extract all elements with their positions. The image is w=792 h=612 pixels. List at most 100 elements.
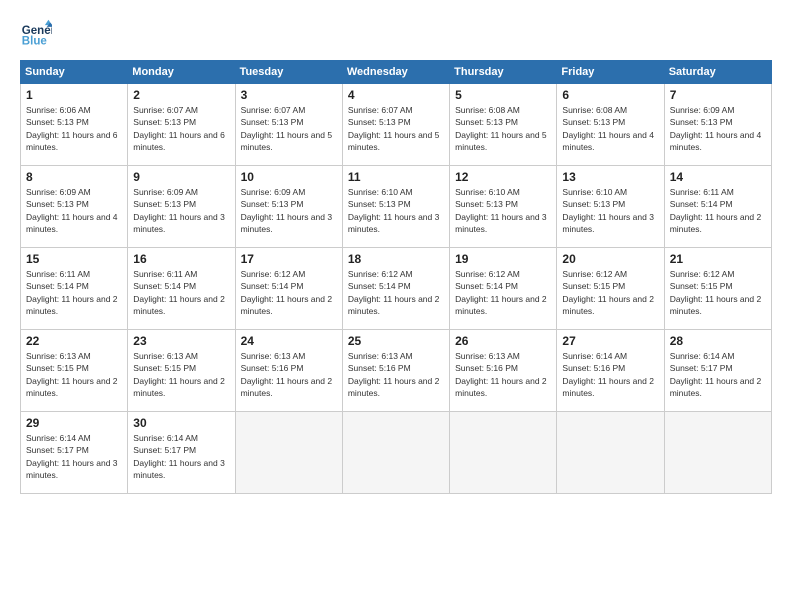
day-number: 16 — [133, 252, 229, 266]
table-row: 28 Sunrise: 6:14 AM Sunset: 5:17 PM Dayl… — [664, 330, 771, 412]
calendar-table: Sunday Monday Tuesday Wednesday Thursday… — [20, 60, 772, 494]
day-info: Sunrise: 6:06 AM Sunset: 5:13 PM Dayligh… — [26, 104, 122, 153]
day-info: Sunrise: 6:12 AM Sunset: 5:14 PM Dayligh… — [348, 268, 444, 317]
table-row: 8 Sunrise: 6:09 AM Sunset: 5:13 PM Dayli… — [21, 166, 128, 248]
day-info: Sunrise: 6:13 AM Sunset: 5:16 PM Dayligh… — [348, 350, 444, 399]
day-info: Sunrise: 6:07 AM Sunset: 5:13 PM Dayligh… — [348, 104, 444, 153]
table-row: 1 Sunrise: 6:06 AM Sunset: 5:13 PM Dayli… — [21, 84, 128, 166]
day-info: Sunrise: 6:13 AM Sunset: 5:15 PM Dayligh… — [26, 350, 122, 399]
day-info: Sunrise: 6:09 AM Sunset: 5:13 PM Dayligh… — [133, 186, 229, 235]
day-info: Sunrise: 6:12 AM Sunset: 5:15 PM Dayligh… — [562, 268, 658, 317]
day-info: Sunrise: 6:13 AM Sunset: 5:16 PM Dayligh… — [455, 350, 551, 399]
table-row: 7 Sunrise: 6:09 AM Sunset: 5:13 PM Dayli… — [664, 84, 771, 166]
page: General Blue Sunday Monday Tuesday Wedne… — [0, 0, 792, 612]
day-number: 9 — [133, 170, 229, 184]
header: General Blue — [20, 18, 772, 50]
day-number: 17 — [241, 252, 337, 266]
table-row: 14 Sunrise: 6:11 AM Sunset: 5:14 PM Dayl… — [664, 166, 771, 248]
day-number: 26 — [455, 334, 551, 348]
day-number: 24 — [241, 334, 337, 348]
table-row: 13 Sunrise: 6:10 AM Sunset: 5:13 PM Dayl… — [557, 166, 664, 248]
col-tuesday: Tuesday — [235, 61, 342, 84]
day-info: Sunrise: 6:14 AM Sunset: 5:17 PM Dayligh… — [133, 432, 229, 481]
table-row: 3 Sunrise: 6:07 AM Sunset: 5:13 PM Dayli… — [235, 84, 342, 166]
day-info: Sunrise: 6:13 AM Sunset: 5:16 PM Dayligh… — [241, 350, 337, 399]
day-number: 12 — [455, 170, 551, 184]
day-number: 20 — [562, 252, 658, 266]
table-row — [450, 412, 557, 494]
day-info: Sunrise: 6:09 AM Sunset: 5:13 PM Dayligh… — [670, 104, 766, 153]
day-number: 7 — [670, 88, 766, 102]
col-saturday: Saturday — [664, 61, 771, 84]
table-row: 6 Sunrise: 6:08 AM Sunset: 5:13 PM Dayli… — [557, 84, 664, 166]
day-number: 30 — [133, 416, 229, 430]
day-info: Sunrise: 6:11 AM Sunset: 5:14 PM Dayligh… — [26, 268, 122, 317]
calendar-week-row: 15 Sunrise: 6:11 AM Sunset: 5:14 PM Dayl… — [21, 248, 772, 330]
day-info: Sunrise: 6:14 AM Sunset: 5:17 PM Dayligh… — [670, 350, 766, 399]
day-number: 27 — [562, 334, 658, 348]
day-info: Sunrise: 6:14 AM Sunset: 5:16 PM Dayligh… — [562, 350, 658, 399]
col-sunday: Sunday — [21, 61, 128, 84]
day-number: 25 — [348, 334, 444, 348]
day-number: 15 — [26, 252, 122, 266]
day-number: 18 — [348, 252, 444, 266]
calendar-week-row: 1 Sunrise: 6:06 AM Sunset: 5:13 PM Dayli… — [21, 84, 772, 166]
day-info: Sunrise: 6:08 AM Sunset: 5:13 PM Dayligh… — [455, 104, 551, 153]
day-number: 11 — [348, 170, 444, 184]
calendar-week-row: 8 Sunrise: 6:09 AM Sunset: 5:13 PM Dayli… — [21, 166, 772, 248]
day-info: Sunrise: 6:07 AM Sunset: 5:13 PM Dayligh… — [241, 104, 337, 153]
day-number: 6 — [562, 88, 658, 102]
day-number: 3 — [241, 88, 337, 102]
day-info: Sunrise: 6:10 AM Sunset: 5:13 PM Dayligh… — [562, 186, 658, 235]
day-number: 8 — [26, 170, 122, 184]
table-row: 10 Sunrise: 6:09 AM Sunset: 5:13 PM Dayl… — [235, 166, 342, 248]
day-info: Sunrise: 6:12 AM Sunset: 5:14 PM Dayligh… — [455, 268, 551, 317]
table-row: 5 Sunrise: 6:08 AM Sunset: 5:13 PM Dayli… — [450, 84, 557, 166]
day-number: 2 — [133, 88, 229, 102]
table-row: 19 Sunrise: 6:12 AM Sunset: 5:14 PM Dayl… — [450, 248, 557, 330]
table-row: 27 Sunrise: 6:14 AM Sunset: 5:16 PM Dayl… — [557, 330, 664, 412]
day-info: Sunrise: 6:07 AM Sunset: 5:13 PM Dayligh… — [133, 104, 229, 153]
table-row: 2 Sunrise: 6:07 AM Sunset: 5:13 PM Dayli… — [128, 84, 235, 166]
day-number: 13 — [562, 170, 658, 184]
day-info: Sunrise: 6:09 AM Sunset: 5:13 PM Dayligh… — [241, 186, 337, 235]
table-row: 30 Sunrise: 6:14 AM Sunset: 5:17 PM Dayl… — [128, 412, 235, 494]
day-info: Sunrise: 6:10 AM Sunset: 5:13 PM Dayligh… — [348, 186, 444, 235]
table-row: 21 Sunrise: 6:12 AM Sunset: 5:15 PM Dayl… — [664, 248, 771, 330]
svg-text:Blue: Blue — [22, 36, 48, 48]
table-row: 25 Sunrise: 6:13 AM Sunset: 5:16 PM Dayl… — [342, 330, 449, 412]
day-info: Sunrise: 6:10 AM Sunset: 5:13 PM Dayligh… — [455, 186, 551, 235]
logo-icon: General Blue — [20, 18, 52, 50]
table-row: 15 Sunrise: 6:11 AM Sunset: 5:14 PM Dayl… — [21, 248, 128, 330]
day-info: Sunrise: 6:08 AM Sunset: 5:13 PM Dayligh… — [562, 104, 658, 153]
day-info: Sunrise: 6:12 AM Sunset: 5:15 PM Dayligh… — [670, 268, 766, 317]
col-wednesday: Wednesday — [342, 61, 449, 84]
table-row — [235, 412, 342, 494]
day-number: 4 — [348, 88, 444, 102]
table-row: 9 Sunrise: 6:09 AM Sunset: 5:13 PM Dayli… — [128, 166, 235, 248]
day-info: Sunrise: 6:09 AM Sunset: 5:13 PM Dayligh… — [26, 186, 122, 235]
calendar-week-row: 22 Sunrise: 6:13 AM Sunset: 5:15 PM Dayl… — [21, 330, 772, 412]
day-number: 22 — [26, 334, 122, 348]
col-friday: Friday — [557, 61, 664, 84]
col-monday: Monday — [128, 61, 235, 84]
table-row — [557, 412, 664, 494]
day-number: 23 — [133, 334, 229, 348]
calendar-week-row: 29 Sunrise: 6:14 AM Sunset: 5:17 PM Dayl… — [21, 412, 772, 494]
table-row: 11 Sunrise: 6:10 AM Sunset: 5:13 PM Dayl… — [342, 166, 449, 248]
day-number: 29 — [26, 416, 122, 430]
table-row: 23 Sunrise: 6:13 AM Sunset: 5:15 PM Dayl… — [128, 330, 235, 412]
table-row: 16 Sunrise: 6:11 AM Sunset: 5:14 PM Dayl… — [128, 248, 235, 330]
table-row: 24 Sunrise: 6:13 AM Sunset: 5:16 PM Dayl… — [235, 330, 342, 412]
table-row: 4 Sunrise: 6:07 AM Sunset: 5:13 PM Dayli… — [342, 84, 449, 166]
day-info: Sunrise: 6:14 AM Sunset: 5:17 PM Dayligh… — [26, 432, 122, 481]
day-info: Sunrise: 6:11 AM Sunset: 5:14 PM Dayligh… — [670, 186, 766, 235]
table-row: 26 Sunrise: 6:13 AM Sunset: 5:16 PM Dayl… — [450, 330, 557, 412]
calendar-header-row: Sunday Monday Tuesday Wednesday Thursday… — [21, 61, 772, 84]
day-info: Sunrise: 6:13 AM Sunset: 5:15 PM Dayligh… — [133, 350, 229, 399]
day-number: 5 — [455, 88, 551, 102]
table-row: 12 Sunrise: 6:10 AM Sunset: 5:13 PM Dayl… — [450, 166, 557, 248]
table-row — [342, 412, 449, 494]
day-number: 21 — [670, 252, 766, 266]
col-thursday: Thursday — [450, 61, 557, 84]
